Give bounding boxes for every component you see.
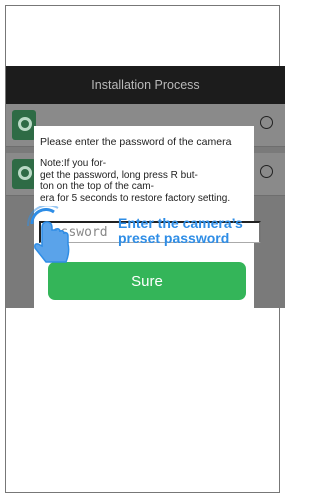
radio-button[interactable] bbox=[260, 116, 273, 129]
camera-icon bbox=[12, 110, 36, 140]
dialog-prompt: Please enter the password of the camera bbox=[40, 136, 232, 148]
hint-line-2: preset password bbox=[118, 230, 230, 246]
app-header: Installation Process bbox=[6, 66, 285, 104]
camera-icon bbox=[12, 159, 36, 189]
hand-pointer-icon bbox=[26, 206, 70, 263]
hint-text: Enter the camera’s preset password bbox=[118, 216, 243, 246]
dialog-note: Note:If you for- get the password, long … bbox=[40, 158, 231, 204]
radio-button[interactable] bbox=[260, 165, 273, 178]
sure-button[interactable]: Sure bbox=[48, 262, 246, 300]
page-title: Installation Process bbox=[91, 78, 200, 92]
hint-line-1: Enter the camera’s bbox=[118, 215, 243, 231]
